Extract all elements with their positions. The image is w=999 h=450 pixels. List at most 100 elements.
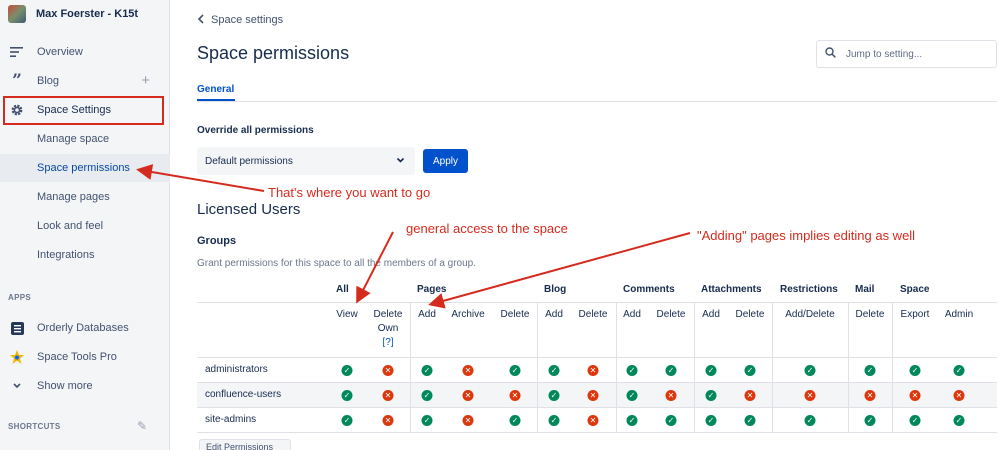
overview-lines-icon xyxy=(9,44,25,60)
permission-denied-icon: ✕ xyxy=(587,415,599,426)
breadcrumb[interactable]: Space settings xyxy=(197,13,283,27)
search-placeholder: Jump to setting... xyxy=(846,48,923,60)
space-avatar xyxy=(8,5,26,23)
pencil-icon[interactable]: ✎ xyxy=(137,419,147,433)
permission-granted-icon: ✓ xyxy=(509,365,521,376)
column-header-space-export: Export xyxy=(900,309,930,320)
sidebar-subitem-integrations[interactable]: Integrations xyxy=(0,241,170,269)
group-name-administrators: administrators xyxy=(205,364,268,375)
sidebar-item-label: Blog xyxy=(37,75,60,87)
permission-denied-icon: ✕ xyxy=(804,390,816,401)
permission-denied-icon: ✕ xyxy=(382,415,394,426)
category-attachments: Attachments xyxy=(701,284,762,295)
groups-heading: Groups xyxy=(197,235,237,247)
space-name: Max Foerster - K15t xyxy=(36,8,139,20)
permission-denied-icon: ✕ xyxy=(382,390,394,401)
sidebar-item-label: Overview xyxy=(37,46,83,58)
column-header-comments-delete: Delete xyxy=(656,309,686,320)
permission-denied-icon: ✕ xyxy=(864,390,876,401)
permissions-select[interactable]: Default permissions xyxy=(197,147,415,175)
apply-button[interactable]: Apply xyxy=(423,149,468,173)
permission-granted-icon: ✓ xyxy=(548,390,560,401)
permission-granted-icon: ✓ xyxy=(421,390,433,401)
permission-granted-icon: ✓ xyxy=(341,365,353,376)
column-header-attachments-add: Add xyxy=(702,309,720,320)
column-header-pages-add: Add xyxy=(418,309,436,320)
apps-section-label: APPS xyxy=(8,293,31,302)
group-name-site-admins: site-admins xyxy=(205,414,257,425)
category-all: All xyxy=(336,284,349,295)
category-space: Space xyxy=(900,284,930,295)
column-group-divider xyxy=(694,302,695,432)
category-restrictions: Restrictions xyxy=(780,284,838,295)
sidebar: Max Foerster - K15t Overview ” Blog + Sp… xyxy=(0,0,170,450)
column-group-divider xyxy=(616,302,617,432)
column-header-pages-archive: Archive xyxy=(451,309,485,320)
sidebar-subitem-look-and-feel[interactable]: Look and feel xyxy=(0,212,170,240)
breadcrumb-link[interactable]: Space settings xyxy=(211,14,283,26)
permission-denied-icon: ✕ xyxy=(587,365,599,376)
sidebar-app-orderly-databases[interactable]: Orderly Databases xyxy=(0,314,170,342)
permission-denied-icon: ✕ xyxy=(665,390,677,401)
permission-granted-icon: ✓ xyxy=(341,415,353,426)
sidebar-item-blog[interactable]: ” Blog + xyxy=(0,67,170,95)
permission-granted-icon: ✓ xyxy=(804,365,816,376)
category-blog: Blog xyxy=(544,284,567,295)
permission-granted-icon: ✓ xyxy=(953,365,965,376)
sidebar-item-label: Show more xyxy=(37,380,93,392)
column-group-divider xyxy=(892,302,893,432)
star-tool-icon xyxy=(9,349,25,365)
column-header-attachments-delete: Delete xyxy=(735,309,765,320)
permission-denied-icon: ✕ xyxy=(462,390,474,401)
permission-granted-icon: ✓ xyxy=(548,415,560,426)
licensed-users-heading: Licensed Users xyxy=(197,201,301,218)
sidebar-item-label: Orderly Databases xyxy=(37,322,129,334)
permission-granted-icon: ✓ xyxy=(744,365,756,376)
sidebar-subitem-space-permissions[interactable]: Space permissions xyxy=(0,154,170,182)
table-row-divider xyxy=(197,407,997,408)
select-value: Default permissions xyxy=(205,155,293,167)
sidebar-item-overview[interactable]: Overview xyxy=(0,38,170,66)
column-header-mail-delete: Delete xyxy=(855,309,885,320)
permission-granted-icon: ✓ xyxy=(665,415,677,426)
chevron-down-icon xyxy=(396,156,405,167)
tab-divider xyxy=(197,101,997,102)
edit-permissions-button[interactable]: Edit Permissions xyxy=(199,439,291,450)
jump-to-setting-search[interactable]: Jump to setting... xyxy=(816,40,997,68)
sidebar-subitem-manage-pages[interactable]: Manage pages xyxy=(0,183,170,211)
column-header-restrictions-add-delete: Add/Delete xyxy=(785,309,835,320)
category-mail: Mail xyxy=(855,284,875,295)
permission-granted-icon: ✓ xyxy=(548,365,560,376)
column-header-delete-own-line2: Own xyxy=(377,323,399,334)
permission-denied-icon: ✕ xyxy=(462,365,474,376)
column-header-pages-delete: Delete xyxy=(500,309,530,320)
database-icon xyxy=(9,320,25,336)
permission-granted-icon: ✓ xyxy=(804,415,816,426)
sidebar-show-more[interactable]: Show more xyxy=(0,372,170,400)
column-header-blog-add: Add xyxy=(545,309,563,320)
permission-granted-icon: ✓ xyxy=(421,365,433,376)
column-header-space-admin: Admin xyxy=(944,309,974,320)
column-header-delete-own-line1: Delete xyxy=(373,309,403,320)
permission-denied-icon: ✕ xyxy=(462,415,474,426)
column-group-divider xyxy=(772,302,773,432)
tab-general[interactable]: General xyxy=(197,84,234,95)
annotation-highlight-box xyxy=(3,96,164,125)
shortcuts-section-label: SHORTCUTS xyxy=(8,422,61,431)
table-row-divider xyxy=(197,432,997,433)
add-blog-icon[interactable]: + xyxy=(141,73,150,88)
delete-own-help-link[interactable]: [?] xyxy=(382,337,393,348)
column-group-divider xyxy=(537,302,538,432)
space-header[interactable]: Max Foerster - K15t xyxy=(8,4,138,24)
permission-granted-icon: ✓ xyxy=(509,415,521,426)
permission-denied-icon: ✕ xyxy=(587,390,599,401)
annotation-where-to-go: That's where you want to go xyxy=(268,185,431,200)
sidebar-app-space-tools-pro[interactable]: Space Tools Pro xyxy=(0,343,170,371)
permission-granted-icon: ✓ xyxy=(864,365,876,376)
permission-denied-icon: ✕ xyxy=(953,390,965,401)
permission-granted-icon: ✓ xyxy=(744,415,756,426)
sidebar-subitem-manage-space[interactable]: Manage space xyxy=(0,125,170,153)
column-group-divider xyxy=(410,302,411,432)
page-title: Space permissions xyxy=(197,43,350,63)
override-label: Override all permissions xyxy=(197,125,314,136)
